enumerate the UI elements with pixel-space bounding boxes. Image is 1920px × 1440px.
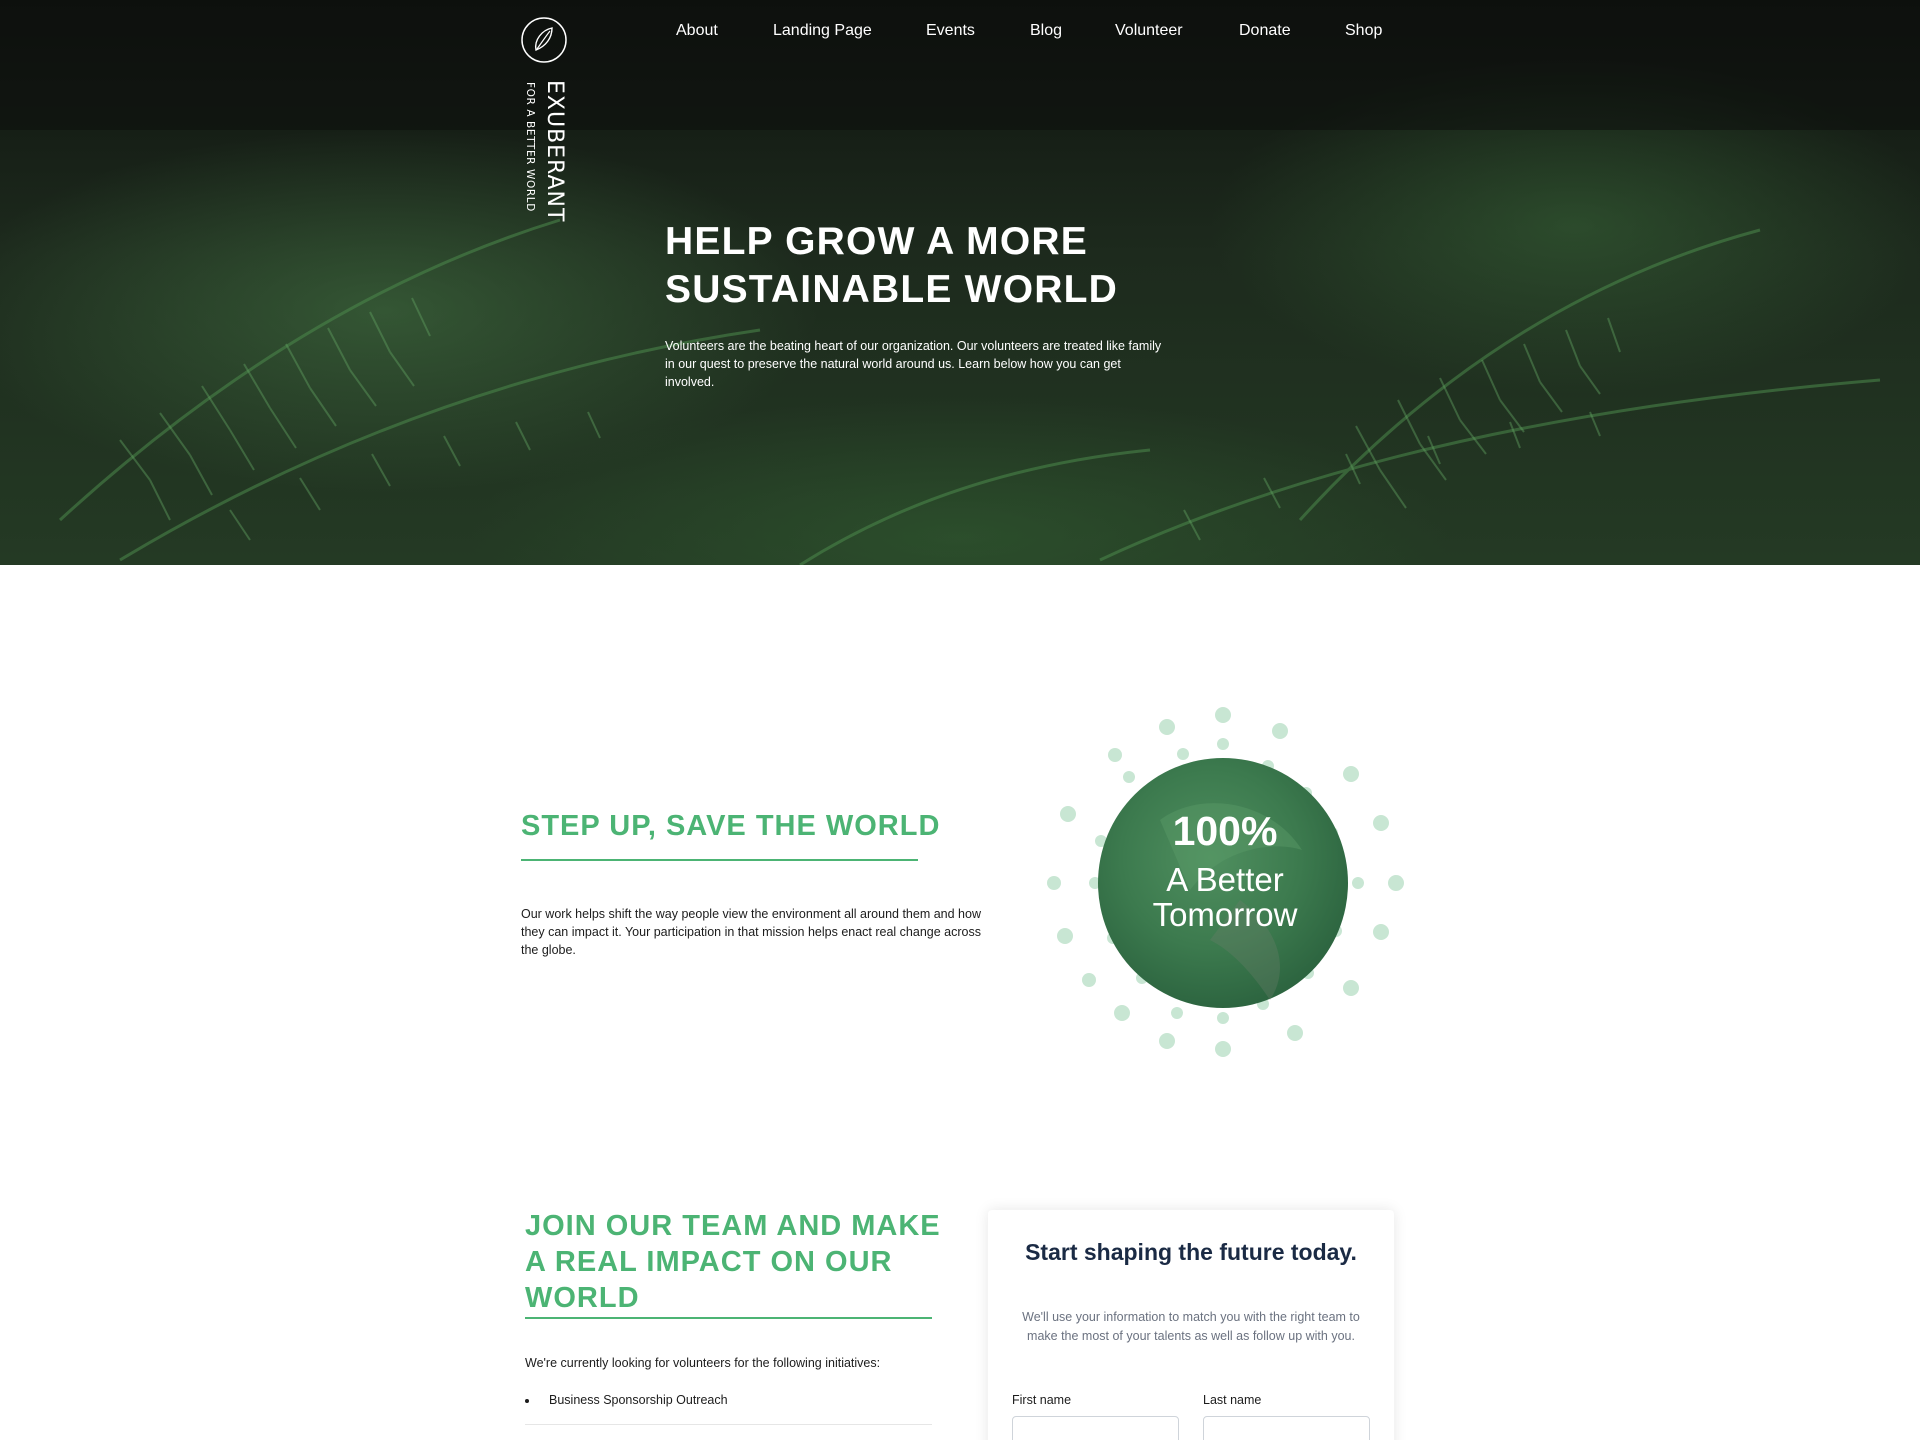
- stat-number: 100%: [1172, 808, 1278, 854]
- impact-stat-badge: 100% A Better Tomorrow: [1040, 700, 1410, 1070]
- hero-section: EXUBERANT FOR A BETTER WORLD About Landi…: [0, 0, 1920, 565]
- initiatives-list: Business Sponsorship Outreach: [525, 1393, 932, 1425]
- nav-item-about[interactable]: About: [676, 22, 718, 40]
- nav-item-landing-page[interactable]: Landing Page: [773, 22, 872, 40]
- last-name-field[interactable]: [1203, 1416, 1370, 1440]
- nav-item-events[interactable]: Events: [926, 22, 975, 40]
- brand-wordmark: EXUBERANT FOR A BETTER WORLD: [524, 80, 567, 250]
- last-name-label: Last name: [1203, 1393, 1262, 1407]
- mission-title: STEP UP, SAVE THE WORLD: [521, 810, 941, 842]
- form-subtitle: We'll use your information to match you …: [1022, 1310, 1360, 1343]
- join-intro: We're currently looking for volunteers f…: [525, 1356, 881, 1370]
- hero-text: Volunteers are the beating heart of our …: [665, 339, 1162, 389]
- list-item: Business Sponsorship Outreach: [525, 1393, 932, 1425]
- join-title-underline: [525, 1317, 932, 1319]
- nav-item-blog[interactable]: Blog: [1030, 22, 1062, 40]
- first-name-field[interactable]: [1012, 1416, 1179, 1440]
- nav-item-shop[interactable]: Shop: [1345, 22, 1382, 40]
- hero-title: HELP GROW A MORE SUSTAINABLE WORLD: [665, 220, 1118, 311]
- stat-label: A Better Tomorrow: [1152, 861, 1298, 933]
- mission-title-underline: [521, 859, 918, 861]
- first-name-label: First name: [1012, 1393, 1072, 1407]
- initiative-label: Business Sponsorship Outreach: [549, 1393, 728, 1407]
- brand-name: EXUBERANT: [542, 80, 567, 223]
- main-nav: About Landing Page Events Blog Volunteer…: [0, 22, 1920, 46]
- nav-item-donate[interactable]: Donate: [1239, 22, 1291, 40]
- bullet-icon: [525, 1399, 529, 1403]
- brand-tagline: FOR A BETTER WORLD: [524, 82, 536, 212]
- volunteer-form-card: Start shaping the future today. We'll us…: [988, 1210, 1394, 1440]
- form-title: Start shaping the future today.: [1025, 1239, 1357, 1265]
- join-title: JOIN OUR TEAM AND MAKE A REAL IMPACT ON …: [525, 1210, 941, 1314]
- mission-text: Our work helps shift the way people view…: [521, 907, 981, 957]
- nav-item-volunteer[interactable]: Volunteer: [1115, 22, 1183, 40]
